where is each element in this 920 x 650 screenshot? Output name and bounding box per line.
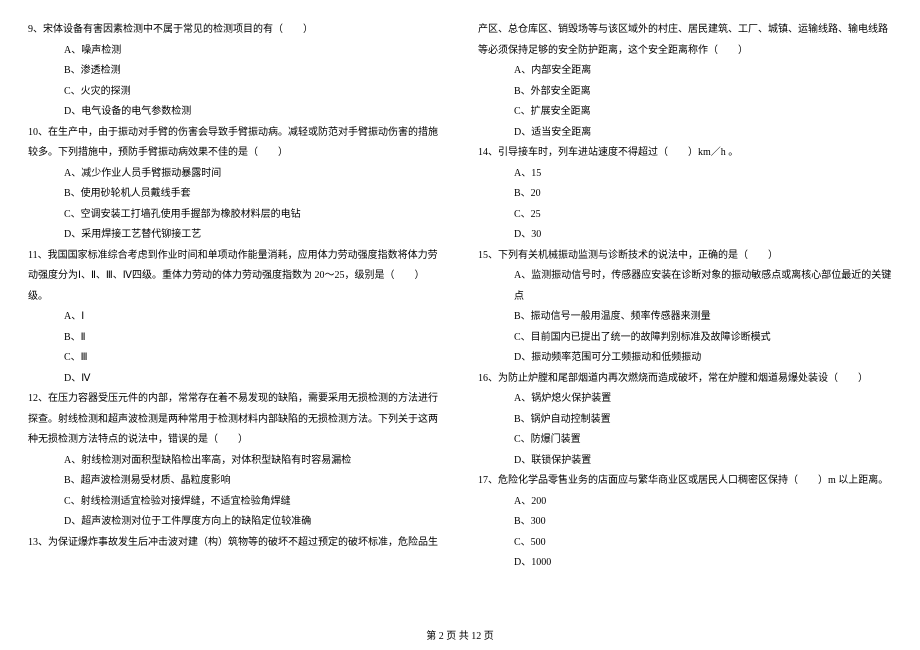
q9-opt-a: A、噪声检测 [28, 41, 442, 62]
q17-opt-d: D、1000 [478, 553, 892, 574]
q11-opt-b: B、Ⅱ [28, 328, 442, 349]
q9-opt-b: B、渗透检测 [28, 61, 442, 82]
q17-opt-b: B、300 [478, 512, 892, 533]
right-column: 产区、总仓库区、销毁场等与该区域外的村庄、居民建筑、工厂、城镇、运输线路、输电线… [460, 20, 892, 640]
q14-opt-b: B、20 [478, 184, 892, 205]
q15-opt-d: D、振动频率范围可分工频振动和低频振动 [478, 348, 892, 369]
q16-opt-a: A、锅炉熄火保护装置 [478, 389, 892, 410]
q13-stem-part2: 产区、总仓库区、销毁场等与该区域外的村庄、居民建筑、工厂、城镇、运输线路、输电线… [478, 20, 892, 61]
q14-opt-c: C、25 [478, 205, 892, 226]
q12-stem: 12、在压力容器受压元件的内部，常常存在着不易发现的缺陷，需要采用无损检测的方法… [28, 389, 442, 451]
q13-opt-c: C、扩展安全距离 [478, 102, 892, 123]
q12-opt-b: B、超声波检测易受材质、晶粒度影响 [28, 471, 442, 492]
q13-stem-part1: 13、为保证爆炸事故发生后冲击波对建（构）筑物等的破坏不超过预定的破坏标准，危险… [28, 533, 442, 554]
q10-opt-b: B、使用砂轮机人员戴线手套 [28, 184, 442, 205]
q11-opt-a: A、Ⅰ [28, 307, 442, 328]
q11-stem: 11、我国国家标准综合考虑到作业时间和单项动作能量消耗，应用体力劳动强度指数将体… [28, 246, 442, 308]
q16-stem: 16、为防止炉膛和尾部烟道内再次燃烧而造成破坏，常在炉膛和烟道易爆处装设（ ） [478, 369, 892, 390]
left-column: 9、宋体设备有害因素检测中不属于常见的检测项目的有（ ） A、噪声检测 B、渗透… [28, 20, 460, 640]
q14-opt-d: D、30 [478, 225, 892, 246]
q17-stem: 17、危险化学品零售业务的店面应与繁华商业区或居民人口稠密区保持（ ）m 以上距… [478, 471, 892, 492]
q10-opt-a: A、减少作业人员手臂振动暴露时间 [28, 164, 442, 185]
q16-opt-c: C、防爆门装置 [478, 430, 892, 451]
q10-stem: 10、在生产中，由于振动对手臂的伤害会导致手臂振动病。减轻或防范对手臂振动伤害的… [28, 123, 442, 164]
q12-opt-c: C、射线检测适宜检验对接焊缝，不适宜检验角焊缝 [28, 492, 442, 513]
q16-opt-d: D、联锁保护装置 [478, 451, 892, 472]
q15-opt-c: C、目前国内已提出了统一的故障判别标准及故障诊断模式 [478, 328, 892, 349]
q13-opt-b: B、外部安全距离 [478, 82, 892, 103]
q9-stem: 9、宋体设备有害因素检测中不属于常见的检测项目的有（ ） [28, 20, 442, 41]
q11-opt-d: D、Ⅳ [28, 369, 442, 390]
q14-opt-a: A、15 [478, 164, 892, 185]
q15-opt-a: A、监测振动信号时，传感器应安装在诊断对象的振动敏感点或离核心部位最近的关键点 [478, 266, 892, 307]
q12-opt-a: A、射线检测对面积型缺陷检出率高，对体积型缺陷有时容易漏检 [28, 451, 442, 472]
q16-opt-b: B、锅炉自动控制装置 [478, 410, 892, 431]
q14-stem: 14、引导接车时，列车进站速度不得超过（ ）km／h 。 [478, 143, 892, 164]
q10-opt-d: D、采用焊接工艺替代铆接工艺 [28, 225, 442, 246]
q9-opt-d: D、电气设备的电气参数检测 [28, 102, 442, 123]
page: 9、宋体设备有害因素检测中不属于常见的检测项目的有（ ） A、噪声检测 B、渗透… [0, 0, 920, 650]
q17-opt-a: A、200 [478, 492, 892, 513]
q17-opt-c: C、500 [478, 533, 892, 554]
q13-opt-d: D、适当安全距离 [478, 123, 892, 144]
q9-opt-c: C、火灾的探测 [28, 82, 442, 103]
q15-opt-b: B、振动信号一般用温度、频率传感器来测量 [478, 307, 892, 328]
q12-opt-d: D、超声波检测对位于工件厚度方向上的缺陷定位较准确 [28, 512, 442, 533]
page-footer: 第 2 页 共 12 页 [0, 627, 920, 642]
q10-opt-c: C、空调安装工打墙孔使用手握部为橡胶材料层的电钻 [28, 205, 442, 226]
q13-opt-a: A、内部安全距离 [478, 61, 892, 82]
q15-stem: 15、下列有关机械振动监测与诊断技术的说法中，正确的是（ ） [478, 246, 892, 267]
q11-opt-c: C、Ⅲ [28, 348, 442, 369]
